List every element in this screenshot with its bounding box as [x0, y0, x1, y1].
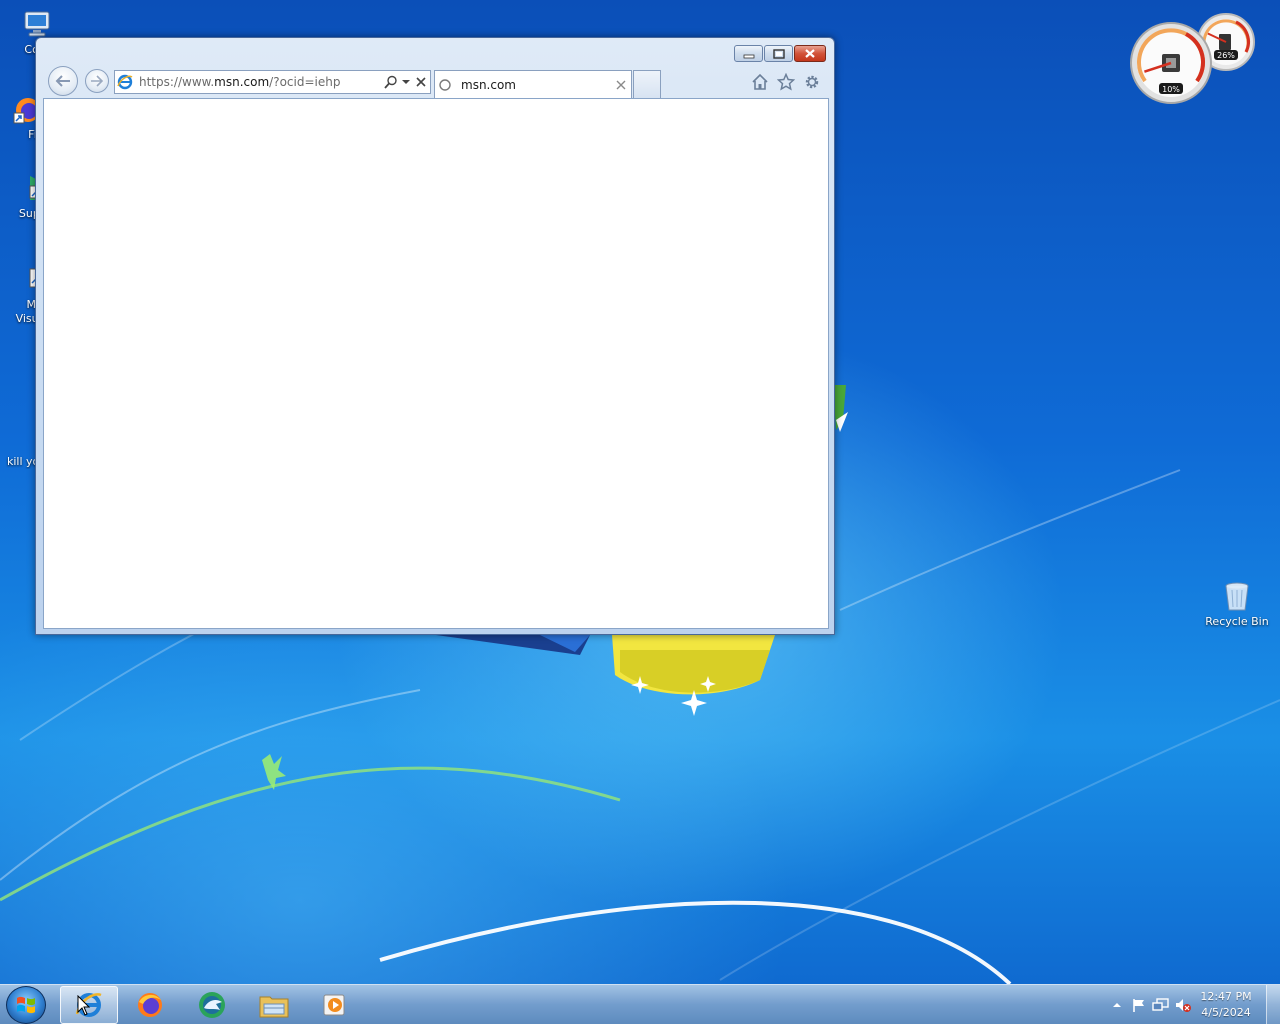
home-icon: [752, 73, 768, 90]
window-caption-buttons: [734, 45, 826, 62]
stop-button[interactable]: [412, 72, 430, 92]
desktop-icon-recycle-bin[interactable]: Recycle Bin: [1200, 580, 1274, 629]
new-tab-button[interactable]: [633, 70, 661, 98]
page-content-area[interactable]: [43, 98, 829, 629]
close-button[interactable]: [794, 45, 826, 62]
start-button[interactable]: [6, 986, 46, 1024]
flag-icon: [1133, 999, 1144, 1012]
taskbar: 12:47 PM 4/5/2024: [0, 984, 1280, 1024]
recycle-bin-icon: [1221, 580, 1253, 612]
bird-app-icon: [199, 992, 225, 1018]
minimize-icon: [743, 54, 754, 58]
command-icons: [750, 72, 822, 92]
address-dropdown-button[interactable]: [400, 72, 412, 92]
folder-icon: [259, 996, 289, 1018]
mouse-cursor-icon: [77, 995, 91, 1016]
url-text[interactable]: https://www.msn.com/?ocid=iehp: [135, 75, 382, 89]
loading-icon: [435, 78, 455, 92]
show-desktop-button[interactable]: [1266, 985, 1280, 1024]
tab-close-button[interactable]: [611, 80, 631, 90]
close-icon: [616, 80, 626, 89]
maximize-icon: [772, 48, 785, 59]
forward-arrow-icon: [91, 75, 104, 87]
computer-icon: [21, 8, 53, 40]
tools-button[interactable]: [802, 72, 822, 92]
clock-date: 4/5/2024: [1201, 1006, 1251, 1019]
favorites-button[interactable]: [776, 72, 796, 92]
url-domain: msn.com: [214, 75, 270, 89]
network-icon: [1152, 998, 1169, 1011]
url-prefix: https://www.: [139, 75, 215, 89]
ie-page-icon: [115, 72, 135, 92]
star-icon: [777, 73, 795, 91]
taskbar-item-media-player[interactable]: [306, 986, 364, 1024]
url-suffix: /?ocid=iehp: [269, 75, 341, 89]
cpu-meter-gadget[interactable]: 26% 10%: [1128, 8, 1258, 106]
forward-button[interactable]: [85, 69, 109, 93]
taskbar-clock[interactable]: 12:47 PM 4/5/2024: [1194, 989, 1258, 1021]
gear-icon: [805, 75, 819, 89]
memory-percent: 26%: [1217, 51, 1235, 60]
cpu-percent: 10%: [1162, 85, 1180, 94]
chevron-down-icon: [402, 80, 410, 84]
maximize-button[interactable]: [764, 45, 793, 62]
chevron-up-icon: [1113, 1003, 1121, 1007]
home-button[interactable]: [750, 72, 770, 92]
taskbar-item-file-explorer[interactable]: [245, 986, 303, 1024]
media-player-icon: [323, 994, 345, 1016]
close-icon: [416, 77, 426, 87]
taskbar-item-bird-app[interactable]: [183, 986, 241, 1024]
show-hidden-icons-button[interactable]: [1106, 994, 1128, 1016]
firefox-icon: [138, 993, 162, 1017]
minimize-button[interactable]: [734, 45, 763, 62]
search-button[interactable]: [382, 72, 400, 92]
action-center-button[interactable]: [1128, 994, 1150, 1016]
back-button[interactable]: [48, 66, 78, 96]
internet-explorer-window[interactable]: https://www.msn.com/?ocid=iehp msn.com: [35, 37, 835, 635]
volume-muted-button[interactable]: [1172, 994, 1194, 1016]
address-bar[interactable]: https://www.msn.com/?ocid=iehp: [114, 70, 431, 94]
tab-msn[interactable]: msn.com: [434, 70, 632, 98]
search-icon: [384, 75, 397, 89]
close-icon: [805, 49, 815, 58]
windows-logo-icon: [17, 996, 35, 1014]
network-button[interactable]: [1150, 994, 1172, 1016]
clock-time: 12:47 PM: [1200, 990, 1252, 1003]
system-tray: 12:47 PM 4/5/2024: [1106, 985, 1280, 1024]
tab-title: msn.com: [461, 77, 516, 92]
desktop-icon-label: Recycle Bin: [1205, 615, 1269, 628]
volume-muted-icon: [1176, 999, 1191, 1012]
taskbar-item-firefox[interactable]: [121, 986, 179, 1024]
back-arrow-icon: [55, 75, 70, 87]
